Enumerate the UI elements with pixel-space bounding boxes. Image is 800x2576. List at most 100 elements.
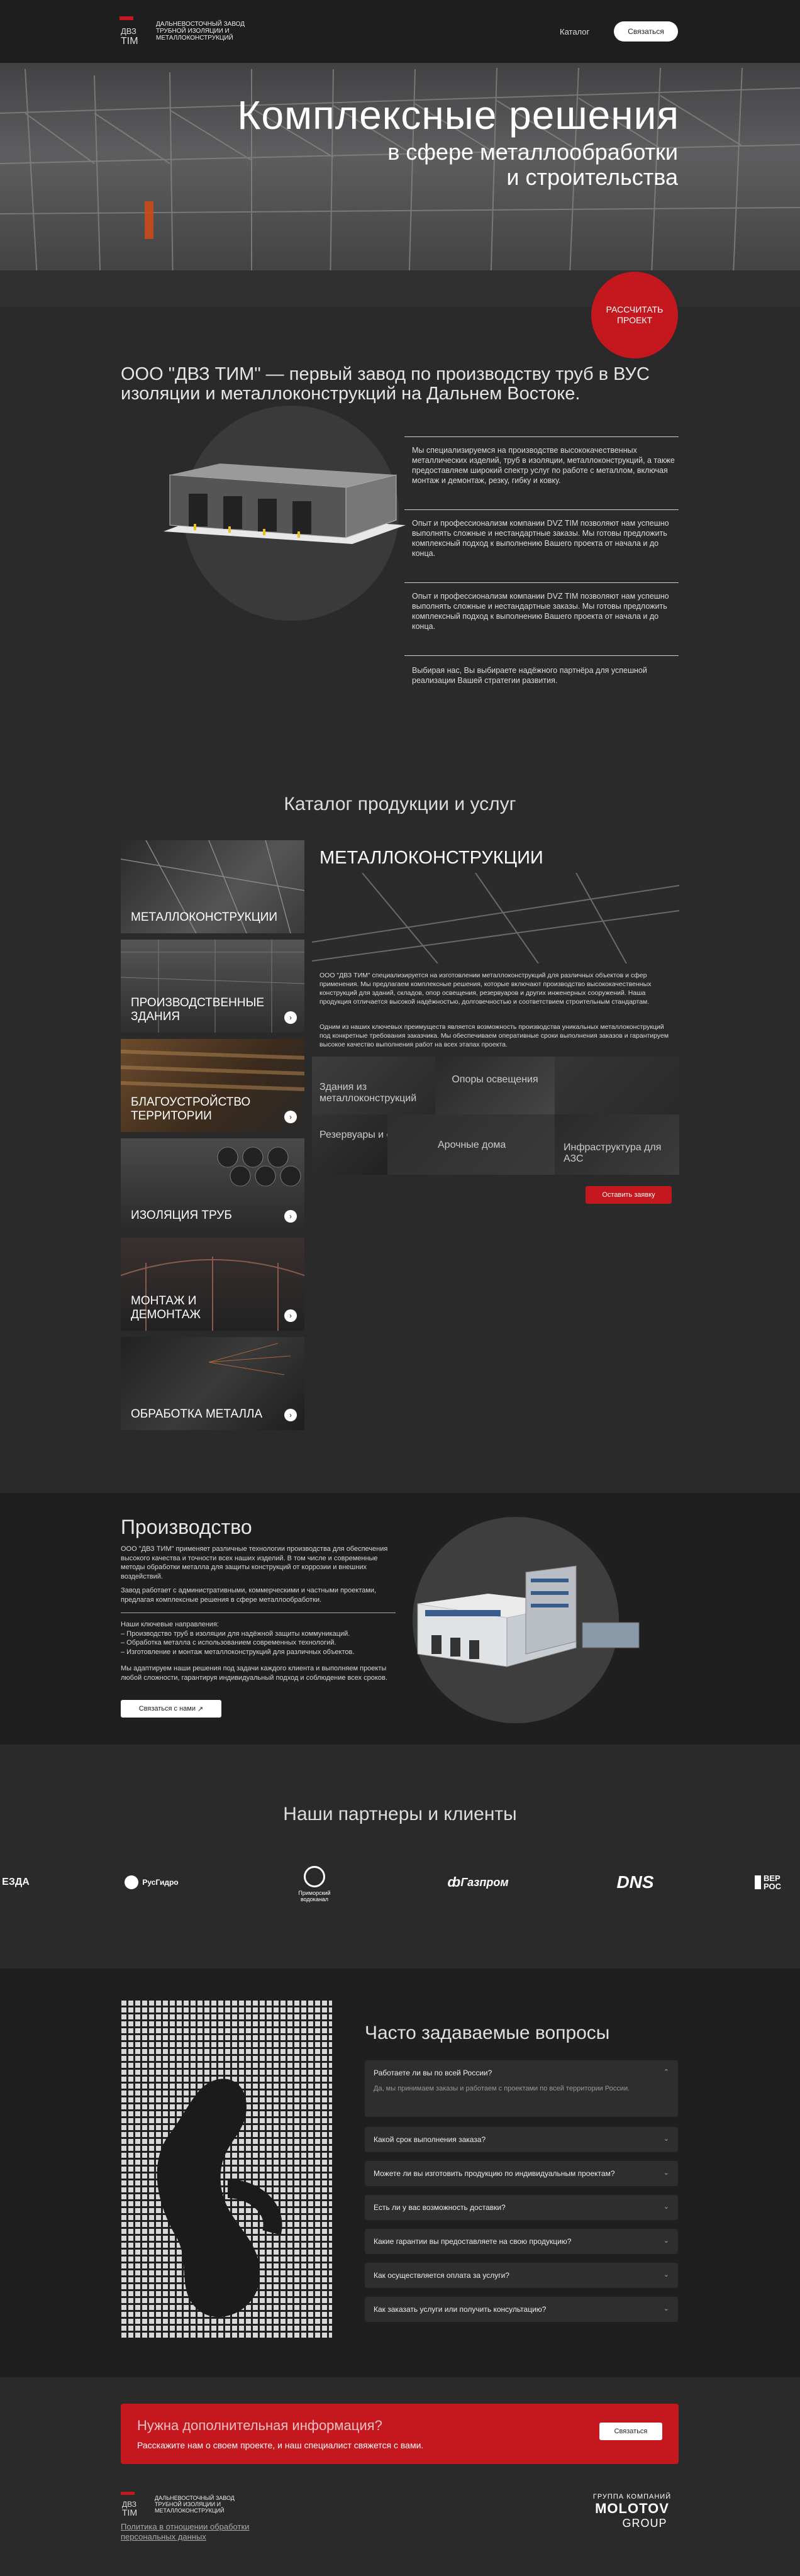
faq-question: Как заказать услуги или получить консуль… [374, 2305, 547, 2314]
subtile-image [555, 1057, 679, 1114]
direction-item: – Производство труб в изоляции для надёж… [121, 1629, 350, 1638]
partner-logo-ezda: ЕЗДА [0, 1867, 31, 1898]
footer-logo[interactable]: ДВЗ TIM ДАЛЬНЕВОСТОЧНЫЙ ЗАВОД ТРУБНОЙ ИЗО… [121, 2492, 243, 2517]
arrow-right-icon: › [284, 1011, 297, 1024]
cta-banner: Нужна дополнительная информация? Расскаж… [121, 2404, 679, 2464]
catalog-item-label: ПРОИЗВОДСТВЕННЫЕ ЗДАНИЯ [131, 996, 265, 1023]
catalog-detail-image [312, 873, 679, 963]
faq-item[interactable]: Как заказать услуги или получить консуль… [365, 2297, 678, 2322]
faq-item[interactable]: Как осуществляется оплата за услуги? ⌄ [365, 2263, 678, 2288]
calculate-project-button[interactable]: Рассчитать проект [591, 272, 678, 358]
nav-catalog-link[interactable]: Каталог [560, 27, 589, 36]
production-paragraph-2: Завод работает с административными, комм… [121, 1587, 377, 1604]
about-divider [404, 582, 679, 583]
catalog-item-label: ИЗОЛЯЦИЯ ТРУБ [131, 1209, 232, 1222]
faq-question: Какой срок выполнения заказа? [374, 2135, 486, 2144]
partner-name: РусГидро [142, 1878, 179, 1887]
production-contact-button[interactable]: Связаться с нами ↗ [121, 1700, 221, 1718]
partner-name: ЕЗДА [2, 1877, 30, 1887]
partner-logo-dns: DNS [604, 1867, 667, 1898]
svg-text:ДВЗ: ДВЗ [121, 26, 136, 36]
partner-name: Газпром [460, 1875, 509, 1889]
subtile-buildings[interactable]: Здания из металлоконструкций [312, 1057, 435, 1114]
subtile-label: Инфраструктура для АЗС [564, 1142, 662, 1164]
cta-text: Расскажите нам о своем проекте, и наш сп… [137, 2440, 424, 2450]
about-divider [404, 655, 679, 656]
hero-subtitle: в сфере металлообработки и строительства [289, 140, 678, 190]
leave-request-button[interactable]: Оставить заявку [586, 1186, 672, 1204]
faq-item-open[interactable]: Работаете ли вы по всей России? ⌃ Да, мы… [365, 2060, 678, 2117]
group-suffix: GROUP [622, 2517, 667, 2529]
gazprom-icon: ȸ [447, 1874, 461, 1890]
partner-name: DNS [616, 1872, 654, 1892]
faq-question: Работаете ли вы по всей России? [374, 2068, 492, 2077]
faq-item[interactable]: Есть ли у вас возможность доставки? ⌄ [365, 2195, 678, 2220]
faq-question: Как осуществляется оплата за услуги? [374, 2271, 509, 2280]
factory-image [417, 1565, 640, 1667]
verros-icon [755, 1875, 761, 1889]
catalog-detail-paragraph-1: ООО "ДВЗ ТИМ" специализируется на изгото… [319, 972, 652, 1006]
partners-title: Наши партнеры и клиенты [283, 1804, 517, 1824]
faq-item[interactable]: Можете ли вы изготовить продукцию по инд… [365, 2161, 678, 2186]
svg-text:TIM: TIM [122, 2507, 137, 2517]
partner-logo-vodokanal: Приморский водоканал [283, 1862, 346, 1907]
company-logo[interactable]: ДВЗ TIM ДАЛЬНЕВОСТОЧНЫЙ ЗАВОД ТРУБНОЙ ИЗО… [119, 16, 257, 47]
cta-title: Нужна дополнительная информация? [137, 2418, 382, 2433]
catalog-item-landscaping[interactable]: БЛАГОУСТРОЙСТВО ТЕРРИТОРИИ › [121, 1039, 304, 1132]
catalog-item-installation[interactable]: МОНТАЖ И ДЕМОНТАЖ › [121, 1238, 304, 1331]
hero-subtitle-line-2: и строительства [506, 164, 678, 190]
group-caption: ГРУППА КОМПАНИЙ [592, 2493, 672, 2501]
site-header: ДВЗ TIM ДАЛЬНЕВОСТОЧНЫЙ ЗАВОД ТРУБНОЙ ИЗО… [0, 0, 800, 63]
header-contact-button[interactable]: Связаться [614, 21, 678, 42]
arrow-up-right-icon: ↗ [196, 1705, 204, 1713]
arrow-right-icon: › [284, 1309, 297, 1322]
faq-question: Какие гарантии вы предоставляете на свою… [374, 2237, 572, 2246]
faq-answer: Да, мы принимаем заказы и работаем с про… [374, 2085, 630, 2092]
warehouse-image [164, 464, 406, 544]
subtile-gas-station[interactable]: Инфраструктура для АЗС [555, 1114, 679, 1175]
footer-logo-text: ДАЛЬНЕВОСТОЧНЫЙ ЗАВОД ТРУБНОЙ ИЗОЛЯЦИИ И… [155, 2495, 235, 2514]
molotov-group-logo[interactable]: ГРУППА КОМПАНИЙ MOLOTOV GROUP [585, 2493, 679, 2530]
subtile-lighting-poles[interactable]: Опоры освещения [435, 1057, 555, 1114]
production-paragraph-4: Мы адаптируем наши решения под задачи ка… [121, 1665, 387, 1682]
hero-section: ДВЗ TIM ДАЛЬНЕВОСТОЧНЫЙ ЗАВОД ТРУБНОЙ ИЗО… [0, 0, 800, 307]
catalog-item-industrial-buildings[interactable]: ПРОИЗВОДСТВЕННЫЕ ЗДАНИЯ › [121, 940, 304, 1033]
partner-name: ВЕР РОС [764, 1874, 781, 1891]
about-paragraph-1: Мы специализируемся на производстве высо… [412, 446, 675, 485]
faq-question: Есть ли у вас возможность доставки? [374, 2203, 506, 2212]
catalog-item-pipe-insulation[interactable]: ИЗОЛЯЦИЯ ТРУБ › [121, 1138, 304, 1231]
about-divider [404, 436, 679, 437]
hero-title: Комплексные решения [237, 92, 679, 138]
catalog-item-label: БЛАГОУСТРОЙСТВО ТЕРРИТОРИИ [131, 1096, 251, 1123]
catalog-detail-title: МЕТАЛЛОКОНСТРУКЦИИ [319, 848, 543, 868]
chevron-down-icon: ⌄ [663, 2203, 669, 2211]
faq-item[interactable]: Какие гарантии вы предоставляете на свою… [365, 2229, 678, 2254]
logo-text: ДАЛЬНЕВОСТОЧНЫЙ ЗАВОД ТРУБНОЙ ИЗОЛЯЦИИ И… [156, 20, 245, 42]
catalog-item-metal-processing[interactable]: ОБРАБОТКА МЕТАЛЛА › [121, 1337, 304, 1430]
subtile-label: Арочные дома [438, 1140, 506, 1150]
production-section [0, 1493, 800, 1745]
about-title: ООО "ДВЗ ТИМ" — первый завод по производ… [121, 364, 650, 404]
chevron-down-icon: ⌄ [663, 2169, 669, 2177]
hero-subtitle-line-1: в сфере металлообработки [387, 139, 678, 165]
chevron-down-icon: ⌄ [663, 2237, 669, 2245]
faq-title: Часто задаваемые вопросы [365, 2023, 610, 2043]
logo-mark-icon: ДВЗTIM [121, 2492, 137, 2517]
catalog-item-metal-structures[interactable]: МЕТАЛЛОКОНСТРУКЦИИ [121, 840, 304, 933]
privacy-policy-link[interactable]: Политика в отношении обработки персональ… [121, 2522, 265, 2542]
button-label: Связаться с нами [138, 1705, 196, 1713]
chevron-up-icon: ⌃ [663, 2068, 669, 2076]
arrow-right-icon: › [284, 1210, 297, 1223]
partner-logo-rushydro: РусГидро [117, 1867, 186, 1898]
about-divider [404, 509, 679, 510]
about-paragraph-4: Выбирая нас, Вы выбираете надёжного парт… [412, 666, 647, 685]
cta-contact-button[interactable]: Связаться [599, 2423, 662, 2440]
logo-mark-icon: ДВЗTIM [119, 16, 148, 47]
about-paragraph-3: Опыт и профессионализм компании DVZ TIM … [412, 592, 669, 631]
subtile-tanks[interactable]: Резервуары и ёмкости [312, 1114, 387, 1175]
faq-item[interactable]: Какой срок выполнения заказа? ⌄ [365, 2127, 678, 2152]
subtile-label: Резервуары и ёмкости [319, 1130, 387, 1140]
production-title: Производство [121, 1516, 252, 1538]
subtile-arched-houses[interactable]: Арочные дома [387, 1114, 555, 1175]
chevron-down-icon: ⌄ [663, 2305, 669, 2312]
